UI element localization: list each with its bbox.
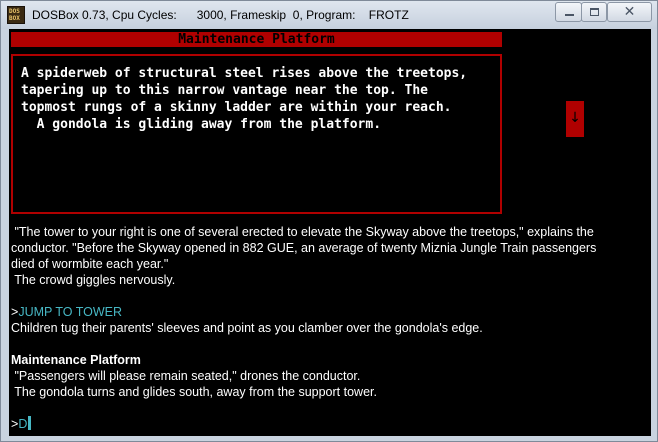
transcript-line: died of wormbite each year." — [11, 257, 169, 271]
input-field[interactable]: D — [18, 417, 27, 431]
input-line[interactable]: >D — [11, 416, 32, 432]
description-line: tapering up to this narrow vantage near … — [21, 83, 428, 98]
maximize-button[interactable] — [581, 2, 607, 22]
room-text-line: "Passengers will please remain seated," … — [11, 369, 361, 383]
transcript-line: conductor. "Before the Skyway opened in … — [11, 241, 597, 255]
room-name: Maintenance Platform — [11, 353, 141, 367]
transcript-line: The crowd giggles nervously. — [11, 273, 176, 287]
command-echo: >JUMP TO TOWER — [11, 304, 122, 320]
location-title: Maintenance Platform — [178, 32, 335, 47]
minimize-icon — [565, 14, 574, 16]
command-text: JUMP TO TOWER — [18, 305, 123, 319]
dosbox-window: DOS BOX DOSBox 0.73, Cpu Cycles: 3000, F… — [0, 0, 658, 442]
game-console[interactable]: Maintenance Platform A spiderweb of stru… — [9, 29, 651, 436]
description-line: A spiderweb of structural steel rises ab… — [21, 66, 468, 81]
description-line: A gondola is gliding away from the platf… — [21, 117, 382, 132]
scroll-down-button[interactable]: ↓ — [566, 101, 584, 137]
room-description-box: A spiderweb of structural steel rises ab… — [11, 54, 502, 214]
close-button[interactable]: ✕ — [607, 2, 652, 22]
location-status-bar: Maintenance Platform — [11, 32, 502, 47]
text-cursor — [28, 416, 32, 430]
title-bar[interactable]: DOS BOX DOSBox 0.73, Cpu Cycles: 3000, F… — [1, 1, 657, 29]
app-icon-text-bottom: BOX — [9, 15, 20, 22]
maximize-icon — [590, 8, 599, 16]
command-response: Children tug their parents' sleeves and … — [11, 321, 483, 335]
transcript-line: "The tower to your right is one of sever… — [11, 225, 594, 239]
minimize-button[interactable] — [555, 2, 582, 22]
room-text-line: The gondola turns and glides south, away… — [11, 385, 377, 399]
close-icon: ✕ — [623, 4, 636, 20]
arrow-down-icon: ↓ — [569, 110, 581, 126]
dosbox-app-icon[interactable]: DOS BOX — [7, 6, 25, 24]
description-line: topmost rungs of a skinny ladder are wit… — [21, 100, 452, 115]
window-title: DOSBox 0.73, Cpu Cycles: 3000, Frameskip… — [32, 8, 409, 22]
